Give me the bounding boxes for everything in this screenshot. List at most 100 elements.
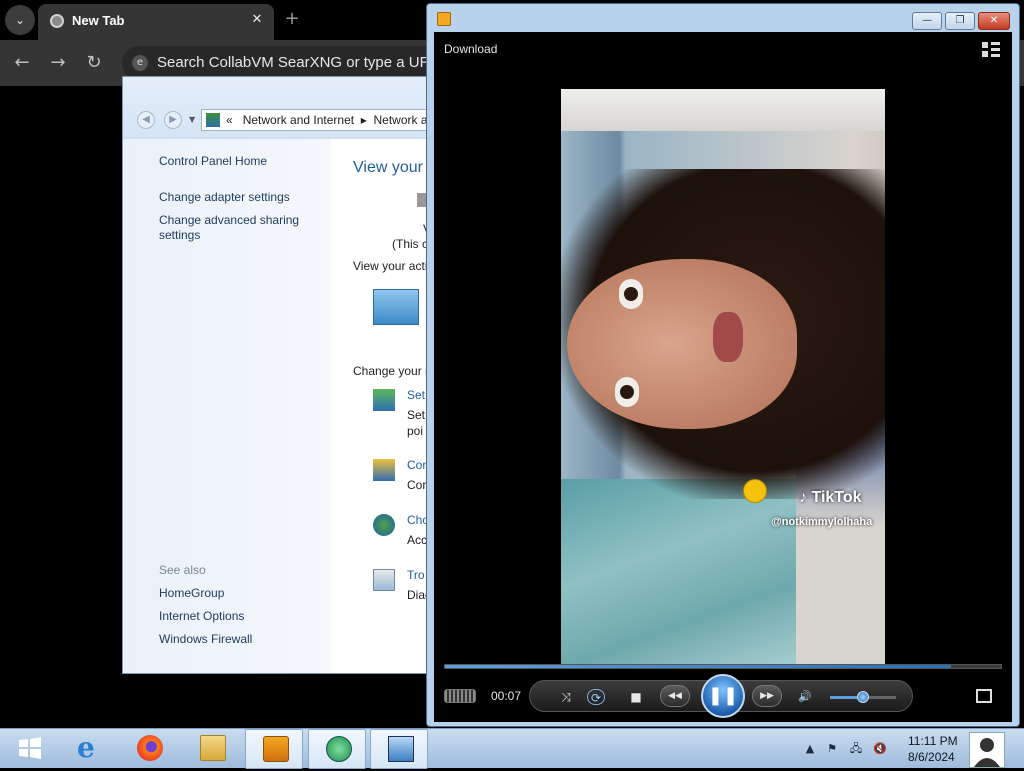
volume-slider-thumb[interactable] — [857, 691, 869, 703]
windows-firewall-link[interactable]: Windows Firewall — [159, 632, 252, 647]
elapsed-time: 00:07 — [491, 689, 522, 703]
cp-history-dropdown-icon[interactable]: ▼ — [189, 115, 195, 124]
set-up-connection-link[interactable]: Set — [407, 388, 425, 402]
homegroup-link[interactable]: HomeGroup — [159, 586, 224, 601]
tiktok-note-icon: ♪ — [799, 489, 807, 506]
internet-explorer-taskbar-button[interactable]: e — [60, 729, 118, 769]
change-advanced-sharing-link[interactable]: Change advanced sharing — [159, 213, 299, 228]
connect-to-network-desc: Cor — [407, 478, 427, 492]
connect-to-network-icon — [373, 459, 395, 481]
volume-muted-icon[interactable]: 🔇 — [872, 741, 888, 757]
forward-button[interactable]: → — [47, 52, 69, 74]
download-label[interactable]: Download — [444, 42, 497, 56]
cp-back-button[interactable]: ◀ — [137, 111, 155, 129]
address-bar[interactable]: e Search CollabVM SearXNG or type a URL — [122, 46, 442, 80]
video-mouth — [713, 312, 743, 362]
internet-options-link[interactable]: Internet Options — [159, 609, 244, 624]
choose-homegroup-desc: Acc — [407, 533, 428, 547]
folder-icon — [200, 735, 226, 761]
change-adapter-settings-link[interactable]: Change adapter settings — [159, 190, 290, 205]
new-tab-button[interactable]: + — [282, 9, 302, 29]
maximize-button[interactable]: ❐ — [945, 12, 975, 30]
file-explorer-taskbar-button[interactable] — [183, 729, 241, 769]
close-tab-icon[interactable]: ✕ — [248, 11, 266, 29]
change-settings-heading: Change your n — [353, 364, 432, 378]
cp-breadcrumb[interactable]: « Network and Internet ▸ Network a — [201, 109, 431, 131]
clock-time[interactable]: 11:11 PM — [908, 734, 958, 748]
reload-button[interactable]: ↻ — [83, 52, 105, 74]
screaming-emoji-icon — [743, 479, 767, 503]
action-center-flag-icon[interactable]: ⚑ — [824, 741, 840, 757]
fullscreen-icon[interactable] — [976, 689, 992, 703]
back-button[interactable]: ← — [11, 52, 33, 74]
video-face — [567, 259, 797, 429]
change-advanced-sharing-link-line2[interactable]: settings — [159, 228, 200, 243]
media-player-taskbar-button[interactable] — [245, 729, 303, 769]
set-up-connection-desc2: poi — [407, 424, 424, 438]
user-avatar-icon[interactable] — [969, 732, 1005, 768]
this-computer-text: (This c — [392, 237, 428, 251]
control-panel-address-bar: ◀ ▶ ▼ « Network and Internet ▸ Network a — [123, 77, 431, 137]
network-status-icon[interactable]: 🖧 — [848, 741, 864, 757]
stop-button[interactable]: ■ — [627, 689, 645, 705]
seek-bar-progress — [445, 665, 951, 668]
active-networks-heading: View your acti — [353, 259, 428, 273]
network-building-icon — [373, 289, 419, 325]
firefox-taskbar-button[interactable] — [120, 729, 178, 769]
network-icon — [206, 113, 220, 127]
video-background-wall — [561, 89, 885, 131]
seek-bar[interactable] — [444, 664, 1002, 669]
start-button[interactable] — [0, 729, 58, 769]
media-player-content: Download ♪ TikTok @notkimmylolhaha 00:07… — [434, 32, 1012, 722]
control-panel-main: View your V (This c View your acti Chang… — [331, 139, 432, 673]
media-player-app-icon — [437, 12, 451, 26]
video-pool-scene — [561, 479, 801, 664]
tab-search-button[interactable]: ⌄ — [5, 5, 35, 35]
media-player-window: — ❐ ✕ Download ♪ TikTok @notkimmylolhaha… — [426, 3, 1020, 727]
tab-favicon-icon — [50, 14, 64, 28]
breadcrumb-overflow[interactable]: « — [226, 113, 233, 127]
media-center-icon — [326, 736, 352, 762]
mute-button[interactable]: 🔊 — [796, 689, 814, 705]
firefox-icon — [137, 735, 163, 761]
switch-to-library-icon[interactable] — [982, 42, 1000, 58]
control-panel-sidebar: Control Panel Home Change adapter settin… — [123, 139, 331, 673]
breadcrumb-network-and-internet[interactable]: Network and Internet — [243, 113, 354, 127]
repeat-button[interactable]: ⟳ — [587, 689, 605, 705]
breadcrumb-network-center[interactable]: Network a — [373, 113, 427, 127]
tiktok-watermark: ♪ TikTok — [799, 489, 862, 507]
visualization-grip-icon[interactable] — [444, 689, 476, 703]
troubleshoot-icon — [373, 569, 395, 591]
video-frame[interactable]: ♪ TikTok @notkimmylolhaha — [561, 89, 885, 664]
minimize-button[interactable]: — — [912, 12, 942, 30]
connect-to-network-link[interactable]: Cor — [407, 458, 426, 472]
tiktok-logo-text: TikTok — [811, 489, 862, 506]
chevron-down-icon: ⌄ — [14, 13, 26, 27]
previous-button[interactable]: ◀◀ — [660, 685, 690, 707]
see-also-heading: See also — [159, 563, 206, 577]
close-button[interactable]: ✕ — [978, 12, 1010, 30]
ie-icon: e — [77, 731, 95, 764]
troubleshoot-link[interactable]: Tro — [407, 568, 425, 582]
homegroup-icon — [373, 514, 395, 536]
control-panel-taskbar-button[interactable] — [370, 729, 428, 769]
shuffle-button[interactable]: ⤨ — [557, 689, 575, 705]
address-bar-placeholder: Search CollabVM SearXNG or type a URL — [157, 54, 439, 71]
tab-new-tab[interactable]: New Tab ✕ — [38, 4, 274, 40]
page-title: View your — [353, 159, 423, 176]
show-hidden-icons-arrow-icon[interactable]: ▲ — [802, 741, 818, 757]
breadcrumb-arrow-icon[interactable]: ▸ — [361, 113, 367, 127]
set-up-connection-desc: Set — [407, 408, 426, 422]
network-icon — [388, 736, 414, 762]
tiktok-handle: @notkimmylolhaha — [771, 516, 873, 528]
media-center-taskbar-button[interactable] — [308, 729, 366, 769]
clock-date[interactable]: 8/6/2024 — [908, 750, 955, 764]
pause-button[interactable]: ❚❚ — [701, 674, 745, 718]
next-button[interactable]: ▶▶ — [752, 685, 782, 707]
control-panel-home-link[interactable]: Control Panel Home — [159, 154, 267, 169]
system-tray: ▲ ⚑ 🖧 🔇 11:11 PM 8/6/2024 — [800, 729, 1024, 769]
video-eye — [615, 377, 639, 407]
windows-logo-icon — [19, 737, 41, 759]
cp-forward-button[interactable]: ▶ — [164, 111, 182, 129]
media-player-titlebar[interactable]: — ❐ ✕ — [427, 4, 1019, 32]
